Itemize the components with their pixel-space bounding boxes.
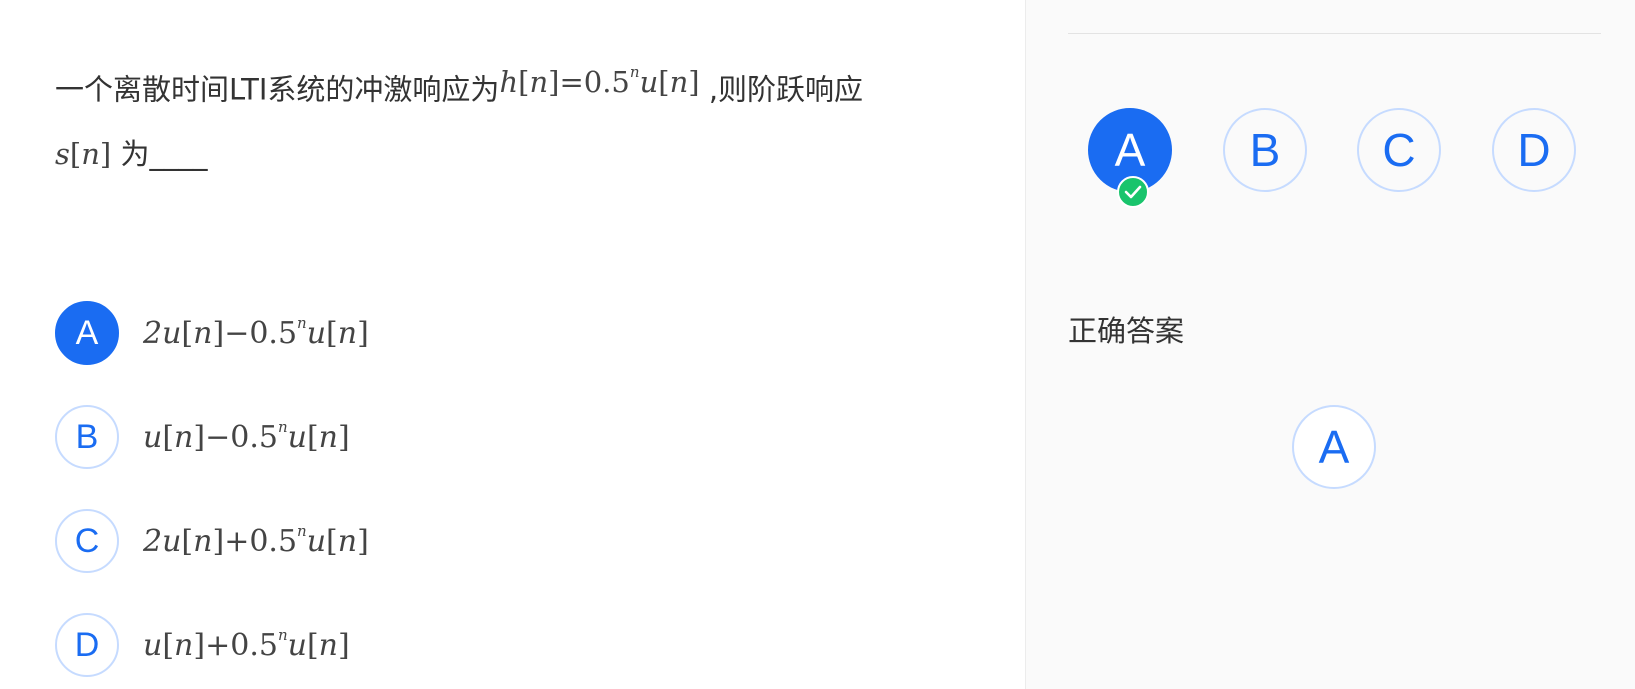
answer-sheet-letter: A xyxy=(1114,124,1146,176)
option-c[interactable]: C 2u[n]+0.5nu[n] xyxy=(55,507,369,575)
formula-bracket: [ xyxy=(69,136,82,171)
formula-bracket: [ xyxy=(518,64,530,99)
question-text-after: 为____ xyxy=(120,136,208,171)
option-letter-circle[interactable]: C xyxy=(55,509,119,573)
option-formula: 2u[n]+0.5nu[n] xyxy=(143,521,369,559)
correct-answer-badge: A xyxy=(1292,405,1376,489)
formula-operator: +0.5 xyxy=(205,627,278,663)
formula-h-symbol: h xyxy=(499,64,519,99)
formula-exp: n xyxy=(297,521,307,540)
formula-exp: n xyxy=(297,313,307,332)
formula-h-rhs-index: n xyxy=(669,64,689,99)
formula-index: n xyxy=(193,315,213,351)
question-panel: 一个离散时间LTI系统的冲激响应为h[n]=0.5nu[n] ,则阶跃响应 s[… xyxy=(0,0,1025,689)
formula-bracket: ] xyxy=(338,627,350,663)
check-icon-glyph xyxy=(1124,185,1142,199)
correct-answer-label: 正确答案 xyxy=(1068,314,1185,348)
answer-sheet-option-c[interactable]: C xyxy=(1357,108,1441,192)
formula-bracket: [ xyxy=(181,523,194,559)
formula-bracket: [ xyxy=(326,523,338,559)
formula-bracket: ] xyxy=(212,523,225,559)
option-letter-circle[interactable]: A xyxy=(55,301,119,365)
formula-bracket: ] xyxy=(548,64,560,99)
formula-bracket: [ xyxy=(162,627,175,663)
formula-bracket: [ xyxy=(306,419,319,455)
formula-part: 2u xyxy=(143,315,182,351)
formula-s-symbol: s xyxy=(55,136,70,171)
formula-bracket: ] xyxy=(338,419,350,455)
answer-sheet-letter: B xyxy=(1249,124,1281,176)
formula-bracket: ] xyxy=(193,627,206,663)
formula-bracket: [ xyxy=(306,627,319,663)
quiz-page: 一个离散时间LTI系统的冲激响应为h[n]=0.5nu[n] ,则阶跃响应 s[… xyxy=(0,0,1635,689)
formula-operator: −0.5 xyxy=(224,315,298,351)
formula-h-rhs: u xyxy=(639,64,659,99)
option-d[interactable]: D u[n]+0.5nu[n] xyxy=(55,611,350,679)
option-b[interactable]: B u[n]−0.5nu[n] xyxy=(55,403,350,471)
formula-index: n xyxy=(193,523,213,559)
formula-bracket: ] xyxy=(688,64,700,99)
formula-bracket: [ xyxy=(658,64,670,99)
formula-bracket: [ xyxy=(162,419,175,455)
formula-part: u xyxy=(287,627,307,663)
formula-part: u xyxy=(306,315,327,351)
check-icon xyxy=(1117,176,1149,208)
question-text-before: 一个离散时间LTI系统的冲激响应为 xyxy=(55,72,500,107)
formula-bracket: ] xyxy=(99,136,112,171)
option-formula: 2u[n]−0.5nu[n] xyxy=(143,313,369,351)
formula-part: u xyxy=(143,627,163,663)
question-stem: 一个离散时间LTI系统的冲激响应为h[n]=0.5nu[n] ,则阶跃响应 s[… xyxy=(55,52,935,186)
formula-operator: +0.5 xyxy=(224,523,298,559)
formula-h-index: n xyxy=(529,64,549,99)
question-text-middle: ,则阶跃响应 xyxy=(708,72,864,107)
answer-sheet-letter: D xyxy=(1517,124,1551,176)
formula-h-exp: n xyxy=(629,63,640,81)
formula-part: 2u xyxy=(143,523,182,559)
formula-exp: n xyxy=(277,417,288,436)
formula-index: n xyxy=(318,627,338,663)
answer-sheet-option-b[interactable]: B xyxy=(1223,108,1307,192)
option-a[interactable]: A 2u[n]−0.5nu[n] xyxy=(55,299,369,367)
formula-part: u xyxy=(306,523,327,559)
formula-s-index: n xyxy=(81,136,100,171)
formula-bracket: ] xyxy=(212,315,225,351)
formula-index: n xyxy=(174,419,194,455)
formula-index: n xyxy=(337,523,358,559)
formula-bracket: ] xyxy=(357,523,369,559)
formula-part: u xyxy=(143,419,163,455)
option-formula: u[n]−0.5nu[n] xyxy=(143,417,350,455)
formula-index: n xyxy=(318,419,338,455)
formula-bracket: ] xyxy=(357,315,369,351)
option-letter-circle[interactable]: B xyxy=(55,405,119,469)
answer-sheet-panel: A B C D 正确答案 A xyxy=(1025,0,1635,689)
formula-part: u xyxy=(287,419,307,455)
answer-sheet-option-a[interactable]: A xyxy=(1088,108,1172,208)
formula-bracket: [ xyxy=(326,315,338,351)
option-letter-circle[interactable]: D xyxy=(55,613,119,677)
formula-index: n xyxy=(337,315,358,351)
formula-bracket: [ xyxy=(181,315,194,351)
divider xyxy=(1068,33,1601,34)
formula-step-response: s[n] xyxy=(55,137,111,171)
formula-h-eq: =0.5 xyxy=(559,64,630,99)
formula-exp: n xyxy=(277,625,288,644)
formula-impulse-response: h[n]=0.5nu[n] xyxy=(499,63,700,99)
formula-operator: −0.5 xyxy=(205,419,278,455)
answer-sheet-letter: C xyxy=(1382,124,1416,176)
formula-index: n xyxy=(174,627,194,663)
answer-sheet-option-d[interactable]: D xyxy=(1492,108,1576,192)
option-formula: u[n]+0.5nu[n] xyxy=(143,625,350,663)
formula-bracket: ] xyxy=(193,419,206,455)
